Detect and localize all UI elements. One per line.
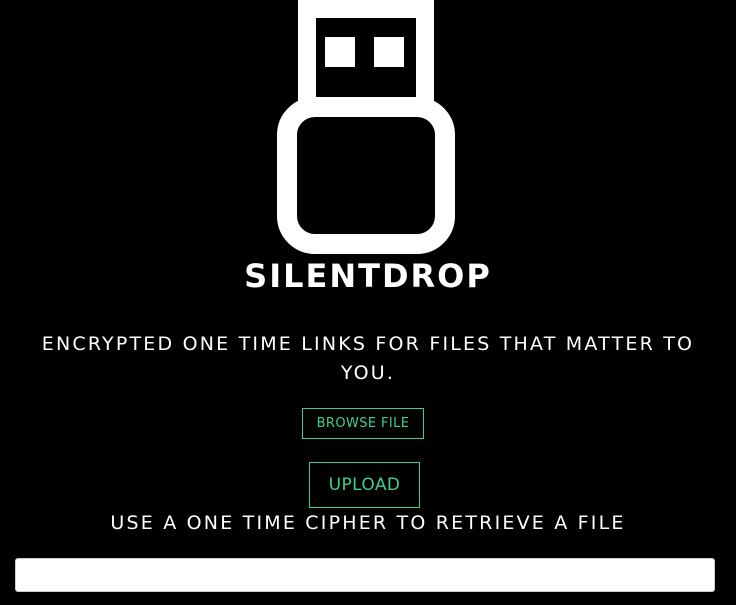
usb-drive-icon xyxy=(277,0,455,254)
tagline: ENCRYPTED ONE TIME LINKS FOR FILES THAT … xyxy=(41,333,695,384)
usb-pin-right xyxy=(374,37,404,67)
cipher-input[interactable] xyxy=(15,558,715,592)
retrieve-heading: USE A ONE TIME CIPHER TO RETRIEVE A FILE xyxy=(110,512,626,534)
brand-title: SILENTDROP xyxy=(244,257,492,295)
upload-button[interactable]: UPLOAD xyxy=(309,462,420,508)
browse-file-button[interactable]: BROWSE FILE xyxy=(302,408,424,439)
usb-body xyxy=(277,97,455,254)
usb-pin-left xyxy=(325,37,355,67)
page: SILENTDROP ENCRYPTED ONE TIME LINKS FOR … xyxy=(0,0,736,605)
